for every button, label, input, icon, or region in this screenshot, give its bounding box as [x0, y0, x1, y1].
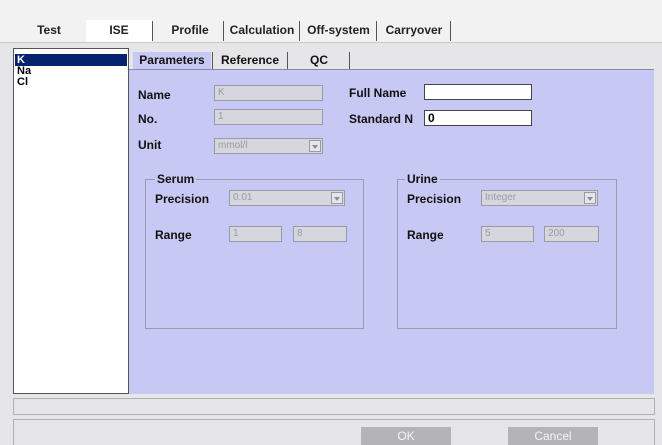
number-field[interactable]: 1 [214, 109, 323, 125]
header-divider [0, 42, 662, 43]
tab-ise[interactable]: ISE [86, 20, 152, 42]
serum-title: Serum [155, 172, 197, 186]
chevron-down-icon[interactable] [309, 140, 321, 152]
item-list[interactable]: K Na Cl [13, 48, 129, 394]
unit-value: mmol/l [218, 140, 248, 151]
tab-test[interactable]: Test [18, 20, 80, 42]
tab-qc[interactable]: QC [290, 52, 348, 70]
serum-precision-value: 0.01 [233, 192, 253, 203]
ok-button[interactable]: OK [361, 427, 451, 445]
urine-precision-select[interactable]: Integer [481, 190, 598, 206]
serum-range-low-field[interactable]: 1 [229, 226, 282, 242]
tab-divider [212, 52, 213, 70]
chevron-down-icon[interactable] [584, 192, 596, 204]
urine-range-high-field[interactable]: 200 [544, 226, 599, 242]
chevron-down-icon[interactable] [331, 192, 343, 204]
tab-off-system[interactable]: Off-system [302, 20, 375, 42]
tab-divider [223, 21, 224, 41]
tab-divider [287, 52, 288, 70]
full-name-input[interactable] [424, 84, 532, 100]
serum-precision-label: Precision [155, 192, 210, 206]
standard-label: Standard N [349, 112, 414, 126]
urine-precision-value: Integer [485, 192, 517, 203]
urine-range-low-field[interactable]: 5 [481, 226, 534, 242]
serum-range-label: Range [155, 228, 192, 242]
serum-precision-select[interactable]: 0.01 [229, 190, 345, 206]
unit-select[interactable]: mmol/l [214, 138, 323, 154]
tab-calculation[interactable]: Calculation [226, 20, 298, 42]
serum-range-high-field[interactable]: 8 [293, 226, 347, 242]
tab-divider [152, 21, 153, 41]
tab-carryover[interactable]: Carryover [379, 20, 449, 42]
status-bar [13, 398, 655, 415]
tab-reference[interactable]: Reference [214, 52, 286, 70]
tab-parameters[interactable]: Parameters [133, 52, 211, 70]
tab-divider [299, 21, 300, 41]
list-item-cl[interactable]: Cl [15, 76, 127, 88]
tab-divider [349, 52, 350, 70]
urine-precision-label: Precision [407, 192, 462, 206]
tab-divider [376, 21, 377, 41]
full-name-label: Full Name [349, 86, 407, 100]
name-label: Name [138, 88, 171, 102]
tab-divider [450, 21, 451, 41]
standard-number-input[interactable]: 0 [424, 110, 532, 126]
name-field[interactable]: K [214, 85, 323, 101]
unit-label: Unit [138, 138, 162, 152]
urine-range-label: Range [407, 228, 444, 242]
urine-title: Urine [405, 172, 440, 186]
number-label: No. [138, 112, 158, 126]
tab-profile[interactable]: Profile [159, 20, 221, 42]
cancel-button[interactable]: Cancel [508, 427, 598, 445]
